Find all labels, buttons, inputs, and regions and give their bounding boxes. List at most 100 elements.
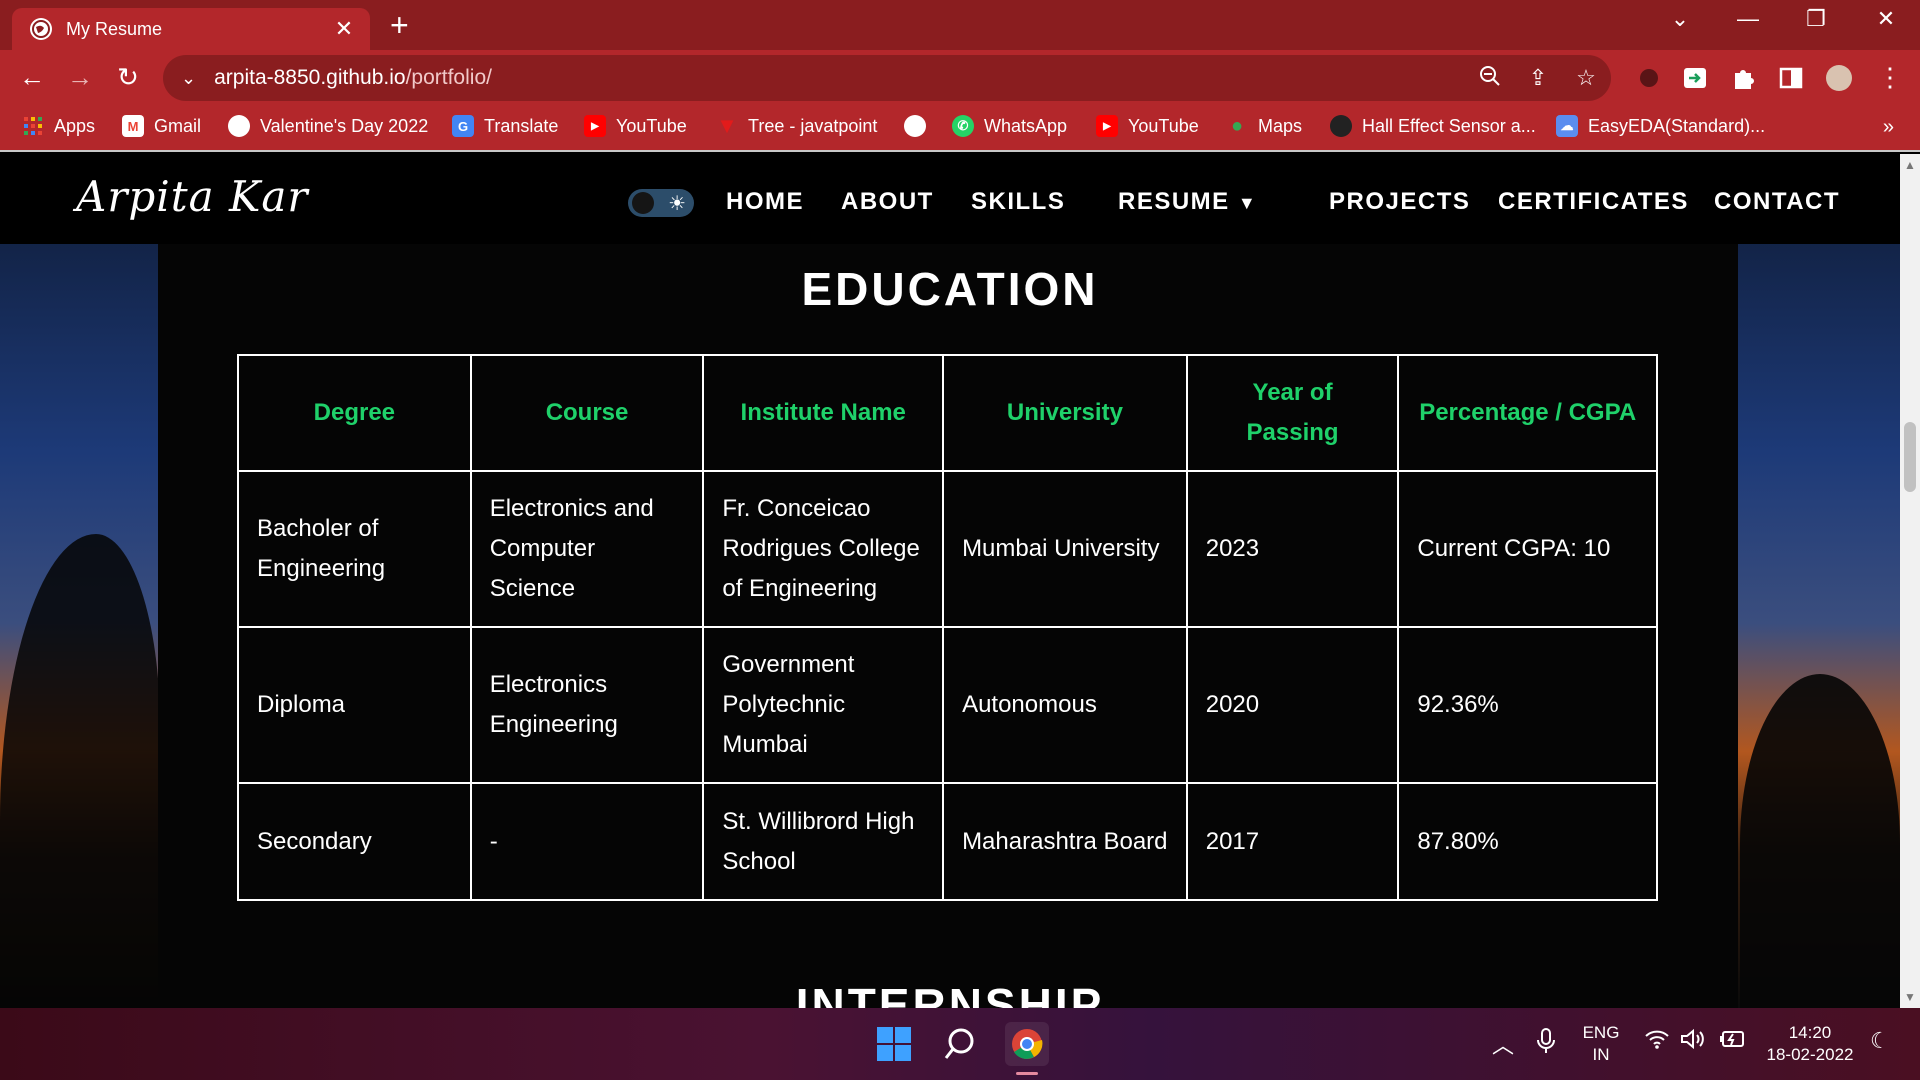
bookmark-translate[interactable]: G Translate	[452, 115, 558, 137]
close-tab-icon[interactable]: ✕	[332, 16, 356, 42]
scrollbar-thumb[interactable]	[1904, 422, 1916, 492]
nav-resume[interactable]: RESUME ▼	[1118, 188, 1257, 216]
cell-degree: Secondary	[237, 782, 472, 901]
education-table: Degree Course Institute Name University …	[237, 354, 1658, 901]
tree-silhouette-left	[0, 534, 160, 1008]
bookmark-whatsapp[interactable]: ✆ WhatsApp	[952, 115, 1067, 137]
apps-grid-icon	[22, 115, 44, 137]
javatpoint-icon: ▼	[716, 113, 738, 138]
scroll-down-icon[interactable]: ▼	[1904, 990, 1916, 1004]
windows-taskbar: ︿ ENG IN 14:20 18-02-2022 ☾	[0, 1008, 1920, 1080]
cell-degree: Bacholer of Engineering	[237, 470, 472, 628]
menu-kebab-icon[interactable]: ⋮	[1872, 62, 1908, 93]
cell-institute: St. Willibrord High School	[702, 782, 945, 901]
cell-year: 2023	[1185, 470, 1400, 628]
theme-toggle[interactable]: ☀	[628, 189, 694, 217]
clock-time: 14:20	[1788, 1023, 1832, 1042]
page-scrollbar[interactable]: ▲ ▼	[1900, 154, 1920, 1008]
page-viewport: Arpita Kar ☀ HOME ABOUT SKILLS RESUME ▼ …	[0, 154, 1900, 1008]
cell-year: 2020	[1185, 626, 1400, 784]
wifi-icon[interactable]	[1644, 1028, 1670, 1056]
reload-button[interactable]: ↻	[110, 62, 146, 93]
restore-button[interactable]: ❐	[1796, 6, 1836, 32]
chrome-taskbar-icon[interactable]	[1005, 1022, 1049, 1066]
zoom-icon[interactable]	[1475, 65, 1505, 93]
header-institute: Institute Name	[702, 354, 945, 472]
cell-university: Mumbai University	[942, 470, 1188, 628]
cell-percentage: 87.80%	[1397, 782, 1658, 901]
clock-date: 18-02-2022	[1766, 1045, 1854, 1064]
cell-university: Maharashtra Board	[942, 782, 1188, 901]
language-indicator[interactable]: ENG IN	[1578, 1022, 1624, 1066]
bookmark-gmail[interactable]: M Gmail	[122, 115, 201, 137]
tab-search-icon[interactable]: ⌄	[1660, 6, 1700, 32]
extensions-puzzle-icon[interactable]	[1730, 65, 1756, 91]
clock[interactable]: 14:20 18-02-2022	[1760, 1022, 1860, 1066]
cell-institute: Fr. Conceicao Rodrigues College of Engin…	[702, 470, 945, 628]
language-code: ENG	[1582, 1023, 1620, 1042]
active-app-indicator	[1016, 1072, 1038, 1075]
tab-title: My Resume	[66, 18, 163, 39]
table-row: Diploma Electronics Engineering Governme…	[237, 626, 1658, 784]
side-panel-icon[interactable]	[1778, 65, 1804, 91]
site-logo[interactable]: Arpita Kar	[76, 172, 309, 221]
address-bar[interactable]: ⌄ arpita-8850.github.io/portfolio/ ⇪ ☆	[163, 55, 1611, 101]
more-bookmarks-icon[interactable]: »	[1883, 116, 1894, 139]
bookmark-easyeda[interactable]: ☁ EasyEDA(Standard)...	[1556, 115, 1765, 137]
bookmarks-bar: Apps M Gmail Valentine's Day 2022 G Tran…	[0, 106, 1920, 152]
globe-icon	[228, 115, 250, 137]
nav-home[interactable]: HOME	[726, 188, 804, 216]
youtube-icon: ▶	[584, 115, 606, 137]
url-path: /portfolio/	[405, 66, 492, 89]
site-navbar: Arpita Kar ☀ HOME ABOUT SKILLS RESUME ▼ …	[0, 154, 1900, 244]
scroll-up-icon[interactable]: ▲	[1904, 158, 1916, 172]
show-hidden-icons-icon[interactable]: ︿	[1492, 1028, 1514, 1060]
nav-resume-label: RESUME	[1118, 188, 1230, 215]
volume-icon[interactable]	[1680, 1028, 1706, 1056]
nav-about[interactable]: ABOUT	[841, 188, 934, 216]
bookmark-maps[interactable]: ● Maps	[1226, 115, 1302, 137]
extension-green-icon[interactable]	[1682, 65, 1708, 91]
sun-icon: ☀	[668, 193, 686, 215]
bookmark-star-icon[interactable]: ☆	[1571, 65, 1601, 91]
nav-certificates[interactable]: CERTIFICATES	[1498, 188, 1689, 216]
translate-icon: G	[452, 115, 474, 137]
toggle-knob	[632, 192, 654, 214]
table-row: Bacholer of Engineering Electronics and …	[237, 470, 1658, 628]
bookmark-javatpoint[interactable]: ▼ Tree - javatpoint	[716, 113, 877, 138]
microphone-icon[interactable]	[1536, 1028, 1556, 1060]
new-tab-button[interactable]: +	[390, 8, 409, 42]
site-info-icon[interactable]: ⌄	[181, 68, 196, 89]
profile-avatar[interactable]	[1826, 65, 1852, 91]
minimize-button[interactable]: —	[1728, 6, 1768, 32]
youtube-icon: ▶	[1096, 115, 1118, 137]
bookmark-valentines[interactable]: Valentine's Day 2022	[228, 115, 428, 137]
extension-icon[interactable]	[1636, 65, 1662, 91]
battery-icon[interactable]	[1718, 1028, 1746, 1056]
back-button[interactable]: ←	[14, 62, 50, 93]
bookmark-apps[interactable]: Apps	[22, 115, 95, 137]
close-window-button[interactable]: ✕	[1866, 6, 1906, 32]
bookmark-youtube-1[interactable]: ▶ YouTube	[584, 115, 687, 137]
gmail-icon: M	[122, 115, 144, 137]
nav-contact[interactable]: CONTACT	[1714, 188, 1840, 216]
notifications-moon-icon[interactable]: ☾	[1870, 1028, 1890, 1054]
url-host: arpita-8850.github.io	[214, 66, 406, 89]
browser-toolbar: ← → ↻ ⌄ arpita-8850.github.io/portfolio/…	[0, 50, 1920, 106]
forward-button[interactable]: →	[62, 62, 98, 93]
table-row: Secondary - St. Willibrord High School M…	[237, 782, 1658, 901]
cell-degree: Diploma	[237, 626, 472, 784]
search-icon[interactable]	[938, 1022, 982, 1066]
cell-course: Electronics Engineering	[469, 626, 705, 784]
education-title: EDUCATION	[801, 263, 1099, 315]
nav-projects[interactable]: PROJECTS	[1329, 188, 1470, 216]
easyeda-icon: ☁	[1556, 115, 1578, 137]
bookmark-hall-effect[interactable]: Hall Effect Sensor a...	[1330, 115, 1536, 137]
windows-start-icon[interactable]	[872, 1022, 916, 1066]
share-icon[interactable]: ⇪	[1523, 65, 1553, 91]
active-tab[interactable]: My Resume ✕	[12, 8, 370, 50]
bookmark-youtube-2[interactable]: ▶ YouTube	[1096, 115, 1199, 137]
bookmark-globe[interactable]	[904, 115, 936, 137]
cell-course: -	[469, 782, 705, 901]
nav-skills[interactable]: SKILLS	[971, 188, 1065, 216]
